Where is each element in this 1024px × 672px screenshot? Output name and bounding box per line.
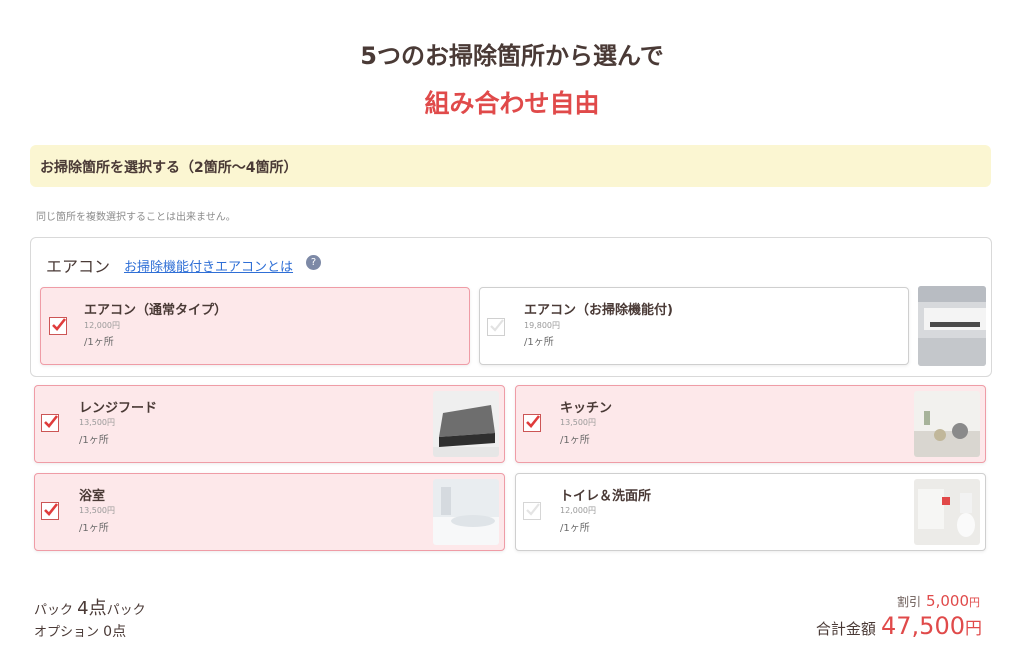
item-price: 13,500円: [79, 418, 115, 427]
item-unit: /1ヶ所: [560, 435, 590, 446]
item-name: エアコン（お掃除機能付): [524, 303, 673, 318]
range-hood-image-icon: [433, 391, 499, 457]
item-price: 12,000円: [84, 321, 120, 330]
range-hood-thumbnail: [433, 391, 499, 457]
pack-suffix: パック: [106, 603, 146, 618]
total-label: 合計金額: [815, 620, 876, 638]
option-card-aircon-normal[interactable]: エアコン（通常タイプ） 12,000円 /1ヶ所: [40, 287, 470, 365]
item-name: エアコン（通常タイプ）: [84, 303, 228, 318]
item-unit: /1ヶ所: [79, 435, 109, 446]
item-price: 13,500円: [560, 418, 596, 427]
item-price: 19,800円: [524, 321, 560, 330]
bathroom-thumbnail: [433, 479, 499, 545]
check-icon: [52, 318, 67, 331]
page-title: 5つのお掃除箇所から選んで: [360, 42, 664, 70]
item-price: 13,500円: [79, 506, 115, 515]
discount-summary: 割引 5,000円: [897, 591, 980, 610]
item-price: 12,000円: [560, 506, 596, 515]
check-icon: [44, 503, 59, 516]
checkbox-bathroom[interactable]: [41, 502, 59, 520]
checkbox-aircon-normal[interactable]: [49, 317, 67, 335]
item-unit: /1ヶ所: [524, 337, 554, 348]
discount-unit: 円: [969, 596, 980, 609]
pack-summary: パック 4点パック: [34, 594, 146, 620]
section-banner-text: お掃除箇所を選択する（2箇所〜4箇所）: [40, 160, 298, 176]
option-card-range-hood[interactable]: レンジフード 13,500円 /1ヶ所: [34, 385, 505, 463]
item-unit: /1ヶ所: [79, 523, 109, 534]
total-value: 47,500: [881, 612, 965, 640]
pack-count: 4点: [77, 598, 107, 619]
checkbox-kitchen[interactable]: [523, 414, 541, 432]
aircon-image-icon: [918, 286, 986, 366]
option-label: オプション: [34, 625, 100, 640]
selection-note: 同じ箇所を複数選択することは出来ません。: [36, 212, 236, 223]
section-banner: お掃除箇所を選択する（2箇所〜4箇所）: [30, 145, 991, 187]
total-unit: 円: [965, 619, 982, 639]
checkbox-toilet[interactable]: [523, 502, 541, 520]
check-icon: [44, 415, 59, 428]
discount-label: 割引: [896, 595, 921, 609]
item-unit: /1ヶ所: [84, 337, 114, 348]
item-name: 浴室: [79, 489, 106, 504]
item-name: トイレ＆洗面所: [560, 489, 652, 504]
page-subtitle: 組み合わせ自由: [424, 89, 600, 118]
kitchen-image-icon: [914, 391, 980, 457]
check-icon: [526, 415, 541, 428]
option-card-kitchen[interactable]: キッチン 13,500円 /1ヶ所: [515, 385, 986, 463]
item-name: キッチン: [560, 401, 613, 416]
checkbox-aircon-cleaning[interactable]: [487, 318, 505, 336]
toilet-image-icon: [914, 479, 980, 545]
item-name: レンジフード: [79, 401, 158, 416]
check-icon: [526, 503, 540, 516]
item-unit: /1ヶ所: [560, 523, 590, 534]
option-card-bathroom[interactable]: 浴室 13,500円 /1ヶ所: [34, 473, 505, 551]
help-icon[interactable]: ?: [306, 255, 321, 270]
checkbox-range-hood[interactable]: [41, 414, 59, 432]
pack-label: パック: [34, 603, 74, 618]
option-card-toilet[interactable]: トイレ＆洗面所 12,000円 /1ヶ所: [515, 473, 986, 551]
bathroom-image-icon: [433, 479, 499, 545]
toilet-thumbnail: [914, 479, 980, 545]
aircon-cleaning-thumbnail: [918, 286, 986, 366]
aircon-info-link[interactable]: お掃除機能付きエアコンとは: [124, 256, 293, 275]
option-count: 0点: [103, 624, 127, 640]
kitchen-thumbnail: [914, 391, 980, 457]
total-summary: 合計金額 47,500円: [816, 612, 982, 640]
check-icon: [490, 319, 504, 332]
option-summary: オプション 0点: [34, 621, 126, 641]
aircon-group-label: エアコン: [46, 257, 111, 276]
discount-value: 5,000: [926, 592, 969, 610]
option-card-aircon-cleaning[interactable]: エアコン（お掃除機能付) 19,800円 /1ヶ所: [479, 287, 909, 365]
